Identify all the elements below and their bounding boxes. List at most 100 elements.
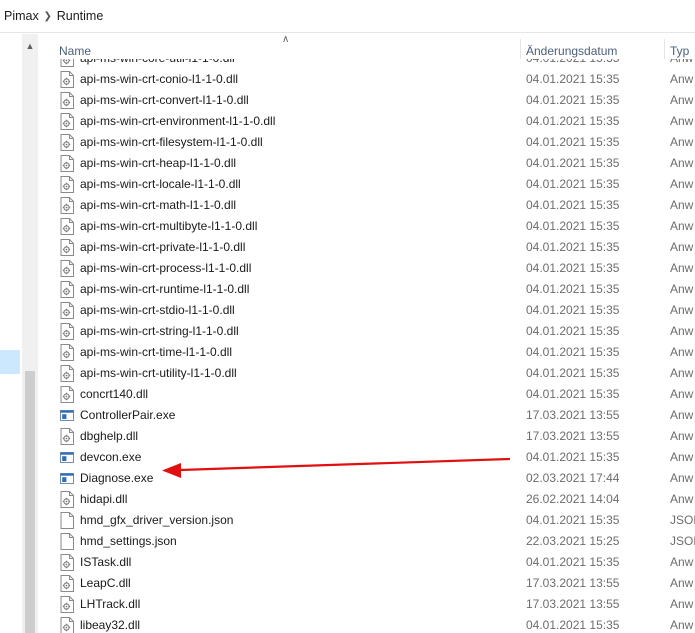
file-type: Anw [670, 366, 694, 380]
file-modified-date: 04.01.2021 15:35 [526, 156, 620, 170]
file-row[interactable]: api-ms-win-crt-process-l1-1-0.dll 04.01.2… [38, 258, 695, 279]
dll-file-icon [60, 281, 74, 298]
file-type: Anw [670, 261, 694, 275]
file-row[interactable]: api-ms-win-crt-multibyte-l1-1-0.dll 04.01… [38, 216, 695, 237]
nav-selected-item[interactable] [0, 350, 20, 374]
file-list-rows: api-ms-win-core-util-l1-1-0.dll 04.01.202… [38, 59, 695, 633]
column-divider[interactable] [664, 39, 665, 59]
file-row[interactable]: ISTask.dll 04.01.2021 15:35 Anw [38, 552, 695, 573]
file-modified-date: 04.01.2021 15:35 [526, 303, 620, 317]
file-type: Anw [670, 324, 694, 338]
file-name: hidapi.dll [80, 492, 128, 506]
file-row[interactable]: api-ms-win-crt-conio-l1-1-0.dll 04.01.202… [38, 69, 695, 90]
column-header-name[interactable]: Name [59, 44, 91, 58]
file-name: Diagnose.exe [80, 471, 154, 485]
file-name: api-ms-win-crt-multibyte-l1-1-0.dll [80, 219, 258, 233]
file-type: Anw [670, 576, 694, 590]
dll-file-icon [60, 176, 74, 193]
file-modified-date: 04.01.2021 15:35 [526, 93, 620, 107]
dll-file-icon [60, 260, 74, 277]
file-modified-date: 04.01.2021 15:35 [526, 59, 619, 65]
column-header-date[interactable]: Änderungsdatum [526, 44, 617, 58]
file-modified-date: 04.01.2021 15:35 [526, 198, 620, 212]
file-type: Anw [670, 345, 694, 359]
file-name: api-ms-win-crt-environment-l1-1-0.dll [80, 114, 276, 128]
file-row[interactable]: api-ms-win-core-util-l1-1-0.dll 04.01.202… [38, 59, 695, 69]
file-type: JSON [670, 534, 695, 548]
file-name: concrt140.dll [80, 387, 149, 401]
dll-file-icon [60, 575, 74, 592]
file-modified-date: 04.01.2021 15:35 [526, 513, 620, 527]
file-row[interactable]: ControllerPair.exe 17.03.2021 13:55 Anw [38, 405, 695, 426]
column-header-type[interactable]: Typ [670, 44, 689, 58]
file-row[interactable]: Diagnose.exe 02.03.2021 17:44 Anw [38, 468, 695, 489]
file-modified-date: 17.03.2021 13:55 [526, 429, 620, 443]
file-type: Anw [670, 93, 694, 107]
dll-file-icon [60, 617, 74, 633]
file-name: api-ms-win-crt-stdio-l1-1-0.dll [80, 303, 235, 317]
file-type: Anw [670, 135, 694, 149]
file-type: Anw [670, 450, 694, 464]
file-row[interactable]: api-ms-win-crt-stdio-l1-1-0.dll 04.01.202… [38, 300, 695, 321]
file-row[interactable]: concrt140.dll 04.01.2021 15:35 Anw [38, 384, 695, 405]
navigation-pane [0, 34, 22, 633]
file-name: api-ms-win-crt-locale-l1-1-0.dll [80, 177, 241, 191]
file-modified-date: 26.02.2021 14:04 [526, 492, 620, 506]
breadcrumb-item-pimax[interactable]: Pimax [4, 9, 39, 23]
file-row[interactable]: api-ms-win-crt-utility-l1-1-0.dll 04.01.2… [38, 363, 695, 384]
exe-file-icon [60, 407, 74, 424]
file-name: ControllerPair.exe [80, 408, 176, 422]
file-row[interactable]: api-ms-win-crt-convert-l1-1-0.dll 04.01.2… [38, 90, 695, 111]
file-row[interactable]: hmd_settings.json 22.03.2021 15:25 JSON [38, 531, 695, 552]
file-row[interactable]: api-ms-win-crt-locale-l1-1-0.dll 04.01.20… [38, 174, 695, 195]
file-type: JSON [670, 513, 695, 527]
file-type: Anw [670, 59, 693, 65]
dll-file-icon [60, 323, 74, 340]
file-row[interactable]: dbghelp.dll 17.03.2021 13:55 Anw [38, 426, 695, 447]
nav-scrollbar[interactable]: ▲ [22, 34, 38, 633]
dll-file-icon [60, 428, 74, 445]
file-row[interactable]: hidapi.dll 26.02.2021 14:04 Anw [38, 489, 695, 510]
file-row[interactable]: devcon.exe 04.01.2021 15:35 Anw [38, 447, 695, 468]
file-name: LHTrack.dll [80, 597, 141, 611]
file-row[interactable]: api-ms-win-crt-private-l1-1-0.dll 04.01.2… [38, 237, 695, 258]
file-type: Anw [670, 177, 694, 191]
file-name: libeay32.dll [80, 618, 141, 632]
file-row[interactable]: hmd_gfx_driver_version.json 04.01.2021 15… [38, 510, 695, 531]
dll-file-icon [60, 92, 74, 109]
file-row[interactable]: LHTrack.dll 17.03.2021 13:55 Anw [38, 594, 695, 615]
dll-file-icon [60, 491, 74, 508]
file-type: Anw [670, 387, 694, 401]
file-type: Anw [670, 597, 694, 611]
file-modified-date: 17.03.2021 13:55 [526, 408, 620, 422]
file-row[interactable]: api-ms-win-crt-time-l1-1-0.dll 04.01.2021… [38, 342, 695, 363]
file-row[interactable]: libeay32.dll 04.01.2021 15:35 Anw [38, 615, 695, 633]
dll-file-icon [60, 113, 74, 130]
file-row[interactable]: api-ms-win-crt-math-l1-1-0.dll 04.01.2021… [38, 195, 695, 216]
file-type: Anw [670, 114, 694, 128]
chevron-right-icon[interactable]: ❯ [39, 11, 57, 22]
file-modified-date: 04.01.2021 15:35 [526, 324, 620, 338]
file-modified-date: 04.01.2021 15:35 [526, 387, 620, 401]
file-row[interactable]: api-ms-win-crt-string-l1-1-0.dll 04.01.20… [38, 321, 695, 342]
dll-file-icon [60, 365, 74, 382]
dll-file-icon [60, 197, 74, 214]
file-name: api-ms-win-crt-time-l1-1-0.dll [80, 345, 233, 359]
file-modified-date: 04.01.2021 15:35 [526, 72, 620, 86]
breadcrumb-item-runtime[interactable]: Runtime [57, 9, 104, 23]
file-row[interactable]: api-ms-win-crt-runtime-l1-1-0.dll 04.01.2… [38, 279, 695, 300]
file-name: api-ms-win-crt-conio-l1-1-0.dll [80, 72, 239, 86]
file-row[interactable]: LeapC.dll 17.03.2021 13:55 Anw [38, 573, 695, 594]
file-row[interactable]: api-ms-win-crt-heap-l1-1-0.dll 04.01.2021… [38, 153, 695, 174]
file-name: LeapC.dll [80, 576, 131, 590]
file-row[interactable]: api-ms-win-crt-filesystem-l1-1-0.dll 04.0… [38, 132, 695, 153]
column-divider[interactable] [520, 39, 521, 59]
file-name: api-ms-win-crt-process-l1-1-0.dll [80, 261, 252, 275]
file-modified-date: 04.01.2021 15:35 [526, 261, 620, 275]
json-file-icon [60, 533, 74, 550]
dll-file-icon [60, 554, 74, 571]
file-row[interactable]: api-ms-win-crt-environment-l1-1-0.dll 04.… [38, 111, 695, 132]
scroll-up-arrow-icon[interactable]: ▲ [22, 40, 38, 52]
file-modified-date: 04.01.2021 15:35 [526, 240, 620, 254]
nav-scrollbar-thumb[interactable] [25, 371, 35, 633]
